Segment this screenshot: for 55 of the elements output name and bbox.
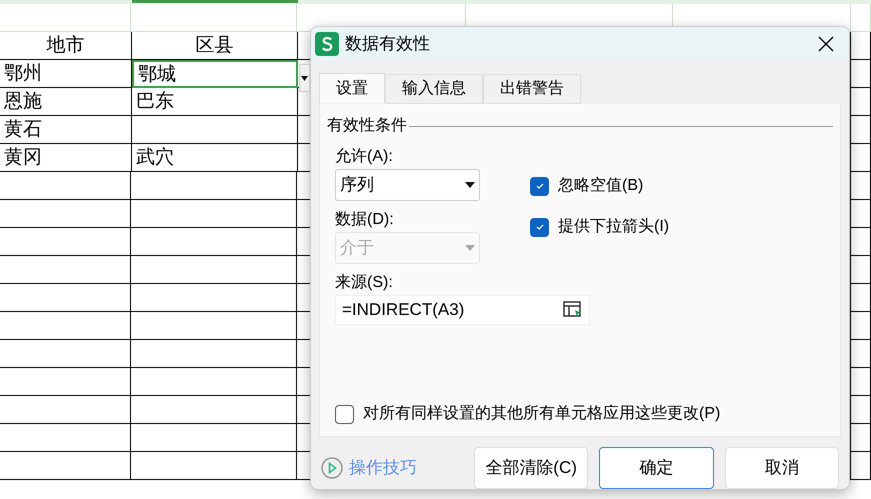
table-cell [851, 312, 871, 340]
table-cell: 区县 [132, 32, 298, 60]
table-cell [851, 32, 871, 60]
dropdown-arrow-button[interactable] [299, 64, 310, 92]
play-icon [321, 457, 343, 479]
check-icon [534, 223, 544, 231]
app-logo-icon [315, 32, 339, 56]
group-title: 有效性条件 [327, 116, 407, 136]
checkbox-label: 提供下拉箭头(I) [558, 216, 670, 237]
table-cell [851, 144, 871, 172]
table-cell: 黄冈 [0, 144, 132, 172]
table-cell [851, 396, 871, 424]
checkbox-label: 对所有同样设置的其他所有单元格应用这些更改(P) [363, 404, 720, 424]
table-cell [851, 116, 871, 144]
checkbox[interactable] [530, 176, 549, 196]
table-cell: 地市 [0, 32, 132, 60]
caret-icon [465, 182, 475, 188]
dropdown[interactable]: 序列 [335, 169, 480, 201]
table-cell [851, 368, 871, 396]
source-field[interactable]: =INDIRECT(A3) [335, 295, 590, 325]
window-title: 数据有效性 [345, 33, 431, 56]
table-cell: 武穴 [132, 144, 298, 172]
field-label: 来源(S): [334, 272, 394, 293]
checkbox-label: 忽略空值(B) [558, 176, 644, 196]
tab[interactable]: 设置 [319, 73, 385, 103]
tab[interactable]: 出错警告 [483, 74, 581, 104]
table-cell: 鄂州 [0, 60, 132, 88]
table-cell [851, 424, 871, 452]
table-cell [851, 172, 871, 200]
table-cell [851, 256, 871, 284]
table-cell [851, 60, 871, 88]
table-cell [851, 340, 871, 368]
checkbox[interactable] [335, 404, 354, 424]
table-cell: 鄂城 [132, 60, 298, 88]
check-icon [534, 182, 544, 190]
table-cell [851, 4, 871, 32]
table-cell: 巴东 [132, 88, 298, 116]
checkbox[interactable] [530, 218, 549, 236]
close-icon [818, 36, 834, 52]
dialog-button[interactable]: 确定 [599, 447, 714, 489]
field-label: 数据(D): [335, 210, 395, 230]
table-cell [851, 452, 871, 480]
dialog-button[interactable]: 全部清除(C) [474, 447, 588, 489]
table-cell [851, 284, 871, 312]
caret-icon [301, 76, 308, 80]
table-cell [851, 88, 871, 116]
dialog-button[interactable]: 取消 [724, 447, 839, 489]
table-cell [851, 228, 871, 256]
table-cell: 恩施 [0, 88, 132, 116]
tab[interactable]: 输入信息 [385, 74, 483, 104]
range-select-icon[interactable] [563, 301, 583, 319]
caret-icon [465, 245, 475, 251]
table-cell: 黄石 [0, 116, 132, 144]
field-label: 允许(A): [335, 147, 394, 167]
table-cell [851, 200, 871, 228]
